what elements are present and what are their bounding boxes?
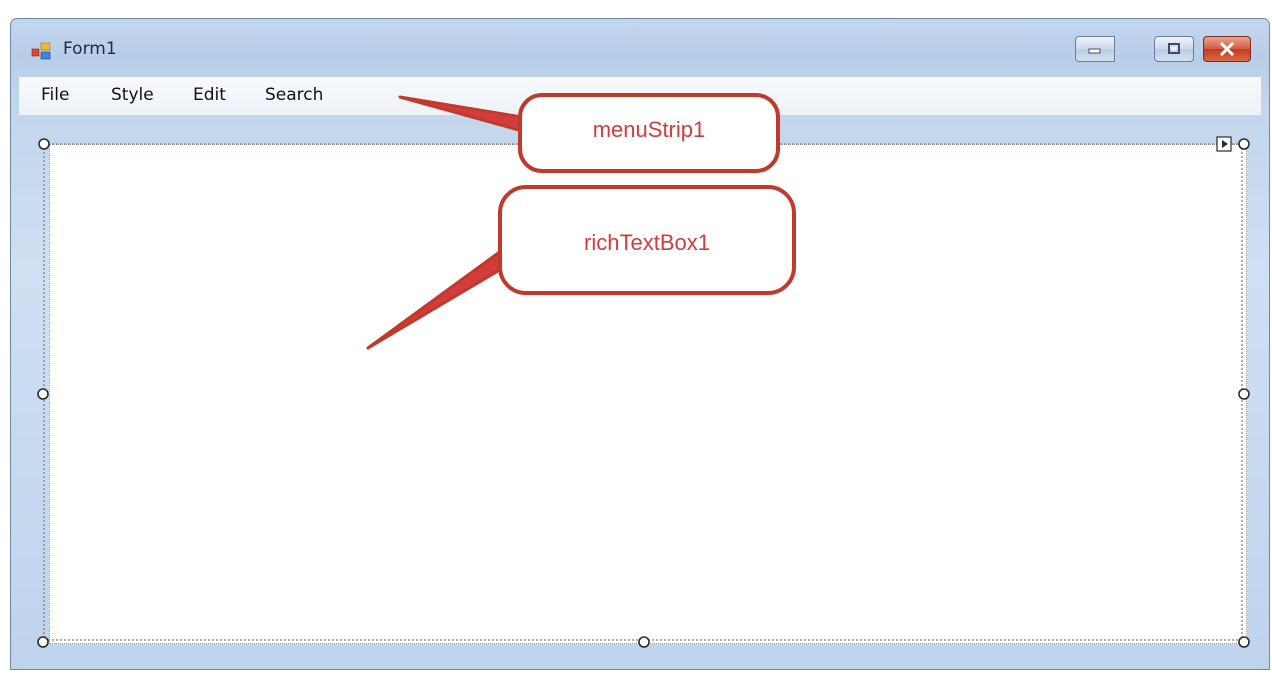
callout-richtextbox-label: richTextBox1 [584,230,710,255]
close-button[interactable] [1203,36,1251,62]
maximize-button[interactable] [1154,36,1194,62]
form-app-icon [31,42,51,60]
window-title: Form1 [63,39,117,59]
menu-item-style[interactable]: Style [111,85,154,105]
maximize-icon [1168,43,1180,54]
callout-menustrip-label: menuStrip1 [592,117,706,142]
minimize-icon [1088,48,1101,54]
menu-strip: File Style Edit Search [19,77,1261,115]
menu-item-file[interactable]: File [41,85,69,105]
close-icon [1219,42,1235,56]
form-window: Form1 File Style Edit Search [10,18,1270,670]
menu-item-search[interactable]: Search [265,85,323,105]
minimize-button[interactable] [1075,36,1115,62]
menu-item-edit[interactable]: Edit [193,85,226,105]
rich-text-box[interactable] [49,144,1247,644]
title-bar[interactable]: Form1 [11,19,1269,75]
